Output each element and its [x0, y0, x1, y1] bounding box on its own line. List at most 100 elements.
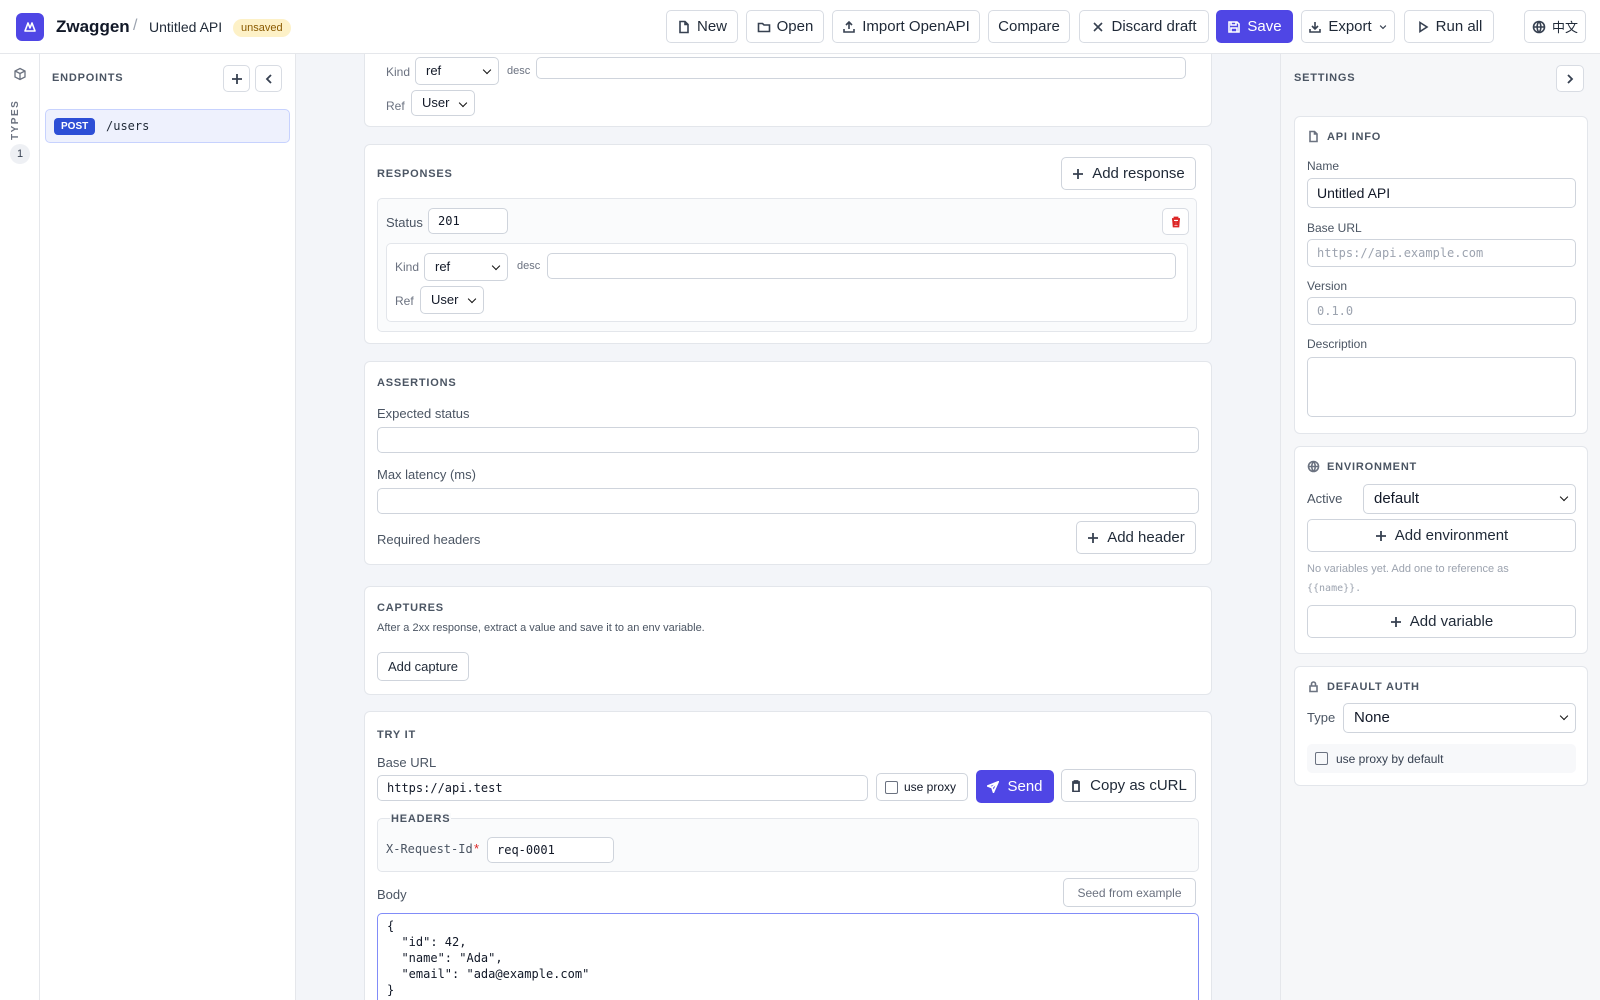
- headers-group: HEADERS X-Request-Id * req-0001: [377, 813, 1199, 872]
- upload-icon: [843, 20, 856, 33]
- env-hint-code: {{name}}.: [1307, 583, 1362, 594]
- language-button[interactable]: 中文: [1524, 10, 1586, 43]
- add-endpoint-button[interactable]: [223, 65, 250, 92]
- description-textarea[interactable]: [1307, 357, 1576, 417]
- required-marker: *: [474, 841, 480, 856]
- import-openapi-button[interactable]: Import OpenAPI: [832, 10, 980, 43]
- expected-status-input[interactable]: [377, 427, 1199, 453]
- add-variable-button[interactable]: Add variable: [1307, 605, 1576, 638]
- globe-icon: [1307, 460, 1320, 473]
- method-badge: POST: [54, 118, 96, 135]
- cube-icon[interactable]: [13, 67, 27, 81]
- file-icon: [679, 20, 689, 33]
- proxy-default-checkbox[interactable]: [1315, 752, 1328, 765]
- endpoints-panel: ENDPOINTS POST /users: [40, 54, 296, 1000]
- max-latency-input[interactable]: [377, 488, 1199, 514]
- auth-type-select[interactable]: None: [1343, 703, 1576, 733]
- env-hint: No variables yet. Add one to reference a…: [1307, 563, 1509, 575]
- auth-type-label: Type: [1307, 710, 1336, 725]
- delete-response-button[interactable]: [1162, 208, 1189, 235]
- response-item: Status 201 Kind ref desc Ref User: [377, 198, 1197, 332]
- add-response-button[interactable]: Add response: [1061, 157, 1196, 190]
- chevron-down-icon: [1379, 24, 1386, 29]
- discard-draft-button[interactable]: Discard draft: [1079, 10, 1209, 43]
- send-button[interactable]: Send: [976, 770, 1054, 803]
- response-kind-select[interactable]: ref: [424, 253, 508, 281]
- expected-status-label: Expected status: [377, 406, 470, 421]
- add-environment-button[interactable]: Add environment: [1307, 519, 1576, 552]
- settings-panel: SETTINGS API INFO Name Untitled API Base…: [1280, 54, 1600, 1000]
- chevron-left-icon: [265, 73, 272, 84]
- body-line: "email": "ada@example.com": [387, 967, 590, 981]
- save-button[interactable]: Save: [1216, 10, 1293, 43]
- header-value-input[interactable]: req-0001: [487, 837, 614, 863]
- collapse-endpoints-button[interactable]: [255, 65, 282, 92]
- add-header-button[interactable]: Add header: [1076, 521, 1196, 554]
- logo-icon: [24, 22, 36, 32]
- chevron-right-icon: [1567, 73, 1574, 84]
- desc-label: desc: [517, 260, 541, 272]
- types-rail: TYPES 1: [0, 54, 40, 1000]
- kind-label: Kind: [395, 260, 420, 274]
- active-env-label: Active: [1307, 491, 1343, 506]
- try-base-url-label: Base URL: [377, 755, 437, 770]
- endpoints-title: ENDPOINTS: [52, 72, 124, 84]
- body-label: Body: [377, 887, 407, 902]
- captures-card: CAPTURES After a 2xx response, extract a…: [364, 586, 1212, 695]
- breadcrumb-separator: /: [133, 17, 138, 34]
- try-it-card: TRY IT Base URL https://api.test use pro…: [364, 711, 1212, 1000]
- desc-input[interactable]: [536, 57, 1186, 79]
- save-icon: [1228, 20, 1241, 33]
- required-headers-label: Required headers: [377, 532, 481, 547]
- endpoint-path: /users: [106, 119, 150, 133]
- collapse-settings-button[interactable]: [1556, 65, 1584, 92]
- body-line: }: [387, 983, 395, 997]
- api-info-title: API INFO: [1307, 130, 1381, 143]
- copy-curl-button[interactable]: Copy as cURL: [1061, 769, 1196, 802]
- endpoint-item[interactable]: POST /users: [45, 109, 290, 143]
- version-input[interactable]: 0.1.0: [1307, 297, 1576, 325]
- response-desc-input[interactable]: [547, 253, 1176, 279]
- header-name: X-Request-Id: [386, 842, 473, 856]
- open-button[interactable]: Open: [746, 10, 824, 43]
- response-ref-select[interactable]: User: [420, 286, 484, 314]
- plus-icon: [1375, 530, 1386, 541]
- unsaved-badge: unsaved: [233, 19, 291, 37]
- plus-icon: [1088, 532, 1099, 543]
- api-title: Untitled API: [149, 19, 223, 35]
- new-button[interactable]: New: [666, 10, 738, 43]
- captures-hint: After a 2xx response, extract a value an…: [377, 622, 705, 634]
- compare-button[interactable]: Compare: [988, 10, 1070, 43]
- try-it-title: TRY IT: [377, 729, 417, 741]
- folder-icon: [757, 22, 770, 32]
- trash-icon: [1171, 216, 1180, 227]
- active-env-select[interactable]: default: [1363, 484, 1576, 514]
- api-name-input[interactable]: Untitled API: [1307, 178, 1576, 208]
- use-proxy-checkbox[interactable]: [885, 780, 898, 794]
- default-auth-title: DEFAULT AUTH: [1307, 680, 1420, 693]
- seed-from-example-button[interactable]: Seed from example: [1063, 878, 1196, 907]
- proxy-default-row[interactable]: use proxy by default: [1307, 744, 1576, 773]
- play-icon: [1418, 20, 1429, 33]
- plus-icon: [1390, 616, 1401, 627]
- status-input[interactable]: 201: [428, 208, 508, 234]
- headers-title: HEADERS: [390, 813, 452, 825]
- responses-title: RESPONSES: [377, 168, 453, 180]
- response-schema: Kind ref desc Ref User: [386, 243, 1188, 322]
- kind-select[interactable]: ref: [415, 57, 499, 85]
- body-editor[interactable]: { "id": 42, "name": "Ada", "email": "ada…: [377, 913, 1199, 1000]
- ref-label: Ref: [395, 294, 414, 308]
- environment-card: ENVIRONMENT Active default Add environme…: [1294, 446, 1588, 654]
- captures-title: CAPTURES: [377, 602, 444, 614]
- environment-title: ENVIRONMENT: [1307, 460, 1417, 473]
- export-button[interactable]: Export: [1301, 10, 1395, 43]
- base-url-input[interactable]: https://api.example.com: [1307, 239, 1576, 267]
- try-base-url-input[interactable]: https://api.test: [377, 775, 868, 801]
- add-capture-button[interactable]: Add capture: [377, 652, 469, 681]
- run-all-button[interactable]: Run all: [1404, 10, 1494, 43]
- kind-label: Kind: [386, 65, 411, 79]
- types-label[interactable]: TYPES: [10, 94, 21, 140]
- use-proxy-toggle[interactable]: use proxy: [876, 773, 968, 801]
- app-logo[interactable]: [16, 13, 44, 41]
- ref-select[interactable]: User: [411, 90, 475, 116]
